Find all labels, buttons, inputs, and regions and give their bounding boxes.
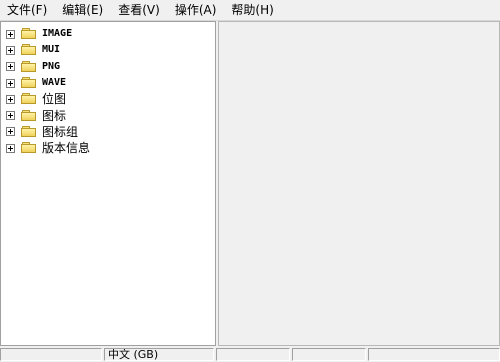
folder-icon <box>21 77 37 89</box>
expand-icon[interactable] <box>6 94 15 104</box>
tree-item-version-info[interactable]: 版本信息 <box>6 140 90 156</box>
menu-bar: 文件(F) 编辑(E) 查看(V) 操作(A) 帮助(H) <box>0 0 500 21</box>
tree-item-label: 图标 <box>42 108 67 123</box>
folder-icon <box>21 109 37 122</box>
expand-icon[interactable] <box>6 111 15 121</box>
expand-icon[interactable] <box>6 127 15 137</box>
status-panel-5 <box>368 348 500 361</box>
folder-icon <box>21 142 37 154</box>
tree-item-label: MUI <box>42 44 61 56</box>
tree-item-label: PNG <box>42 60 61 72</box>
folder-icon <box>21 60 37 73</box>
tree-item-label: 位图 <box>42 92 67 107</box>
menu-action[interactable]: 操作(A) <box>167 0 224 20</box>
tree-item-label: 版本信息 <box>42 141 91 156</box>
tree-item-icon-group[interactable]: 图标组 <box>6 124 90 140</box>
tree-item-wave[interactable]: WAVE <box>6 75 90 91</box>
menu-help[interactable]: 帮助(H) <box>223 0 280 20</box>
tree-item-mui[interactable]: MUI <box>6 42 90 58</box>
expand-icon[interactable] <box>6 78 15 88</box>
folder-icon <box>21 44 37 56</box>
resource-tree: IMAGE MUI PNG WAVE 位图 图标 图标组 版本信息 <box>6 26 90 156</box>
resource-tree-pane[interactable]: IMAGE MUI PNG WAVE 位图 图标 图标组 版本信息 <box>0 21 216 346</box>
folder-icon <box>21 125 37 138</box>
tree-item-label: WAVE <box>42 77 67 89</box>
status-bar: 中文 (GB) <box>0 347 500 362</box>
status-panel-1 <box>0 348 102 361</box>
folder-icon <box>21 28 37 40</box>
tree-item-label: 图标组 <box>42 124 79 139</box>
detail-pane[interactable] <box>218 21 500 346</box>
expand-icon[interactable] <box>6 45 15 55</box>
expand-icon[interactable] <box>6 62 15 72</box>
expand-icon[interactable] <box>6 29 15 39</box>
menu-view[interactable]: 查看(V) <box>110 0 167 20</box>
tree-item-icon[interactable]: 图标 <box>6 107 90 123</box>
menu-file[interactable]: 文件(F) <box>0 0 54 20</box>
expand-icon[interactable] <box>6 143 15 153</box>
tree-item-bitmap[interactable]: 位图 <box>6 91 90 107</box>
status-panel-3 <box>216 348 290 361</box>
folder-icon <box>21 93 37 105</box>
status-encoding: 中文 (GB) <box>104 348 214 361</box>
tree-item-image[interactable]: IMAGE <box>6 26 90 42</box>
menu-edit[interactable]: 编辑(E) <box>54 0 110 20</box>
tree-item-png[interactable]: PNG <box>6 59 90 75</box>
tree-item-label: IMAGE <box>42 28 73 40</box>
work-area: IMAGE MUI PNG WAVE 位图 图标 图标组 版本信息 <box>0 21 500 346</box>
status-panel-4 <box>292 348 366 361</box>
